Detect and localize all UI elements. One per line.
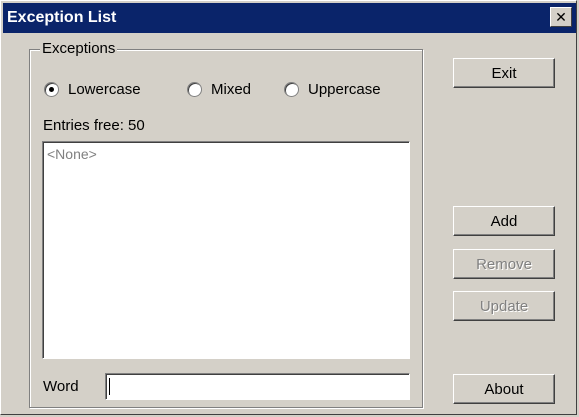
close-icon: ✕ <box>555 9 567 25</box>
list-placeholder: <None> <box>47 146 97 162</box>
title-bar[interactable]: Exception List ✕ <box>3 3 576 33</box>
radio-uppercase-label: Uppercase <box>308 80 381 98</box>
add-button[interactable]: Add <box>453 206 555 236</box>
close-button[interactable]: ✕ <box>550 7 572 27</box>
radio-uppercase[interactable]: Uppercase <box>284 80 381 98</box>
remove-button[interactable]: Remove <box>453 249 555 279</box>
exit-button[interactable]: Exit <box>453 58 555 88</box>
exceptions-listbox[interactable]: <None> <box>42 141 410 359</box>
update-button[interactable]: Update <box>453 291 555 321</box>
text-caret <box>109 378 110 395</box>
exceptions-group-label: Exceptions <box>40 40 118 57</box>
exception-list-window: Exception List ✕ Exceptions Lowercase Mi… <box>0 0 577 415</box>
window-title: Exception List <box>7 9 117 26</box>
radio-unchecked-icon <box>284 81 299 97</box>
entries-free-label: Entries free: 50 <box>43 117 145 134</box>
radio-unchecked-icon <box>187 81 202 97</box>
about-button[interactable]: About <box>453 374 555 404</box>
radio-lowercase[interactable]: Lowercase <box>44 80 141 98</box>
radio-mixed[interactable]: Mixed <box>187 80 251 98</box>
radio-lowercase-label: Lowercase <box>68 80 141 98</box>
word-label: Word <box>43 378 79 395</box>
word-input[interactable] <box>105 373 410 400</box>
radio-mixed-label: Mixed <box>211 80 252 98</box>
radio-checked-icon <box>44 81 59 97</box>
